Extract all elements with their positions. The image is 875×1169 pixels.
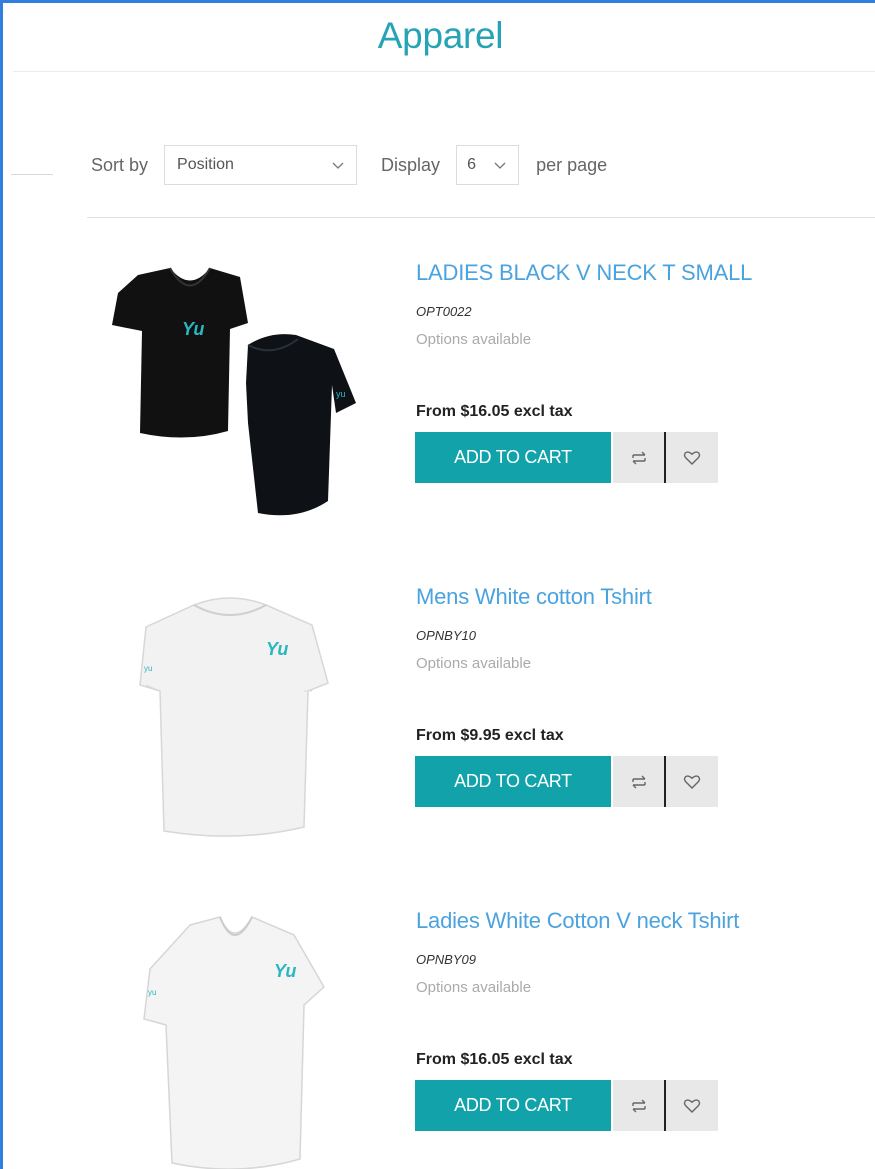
options-available: Options available [416, 331, 532, 348]
product-image[interactable]: Yu yu [98, 263, 368, 533]
title-divider [13, 71, 875, 72]
product-name-link[interactable]: Ladies White Cotton V neck Tshirt [416, 908, 739, 934]
svg-text:Yu: Yu [182, 319, 204, 339]
product-item: Yu yu Ladies White Cotton V neck Tshirt … [3, 891, 875, 1169]
heart-icon [683, 774, 701, 789]
compare-icon [632, 1099, 646, 1112]
product-image[interactable]: Yu yu [98, 909, 368, 1169]
sort-by-label: Sort by [91, 154, 149, 175]
add-to-cart-button[interactable]: ADD TO CART [415, 1080, 611, 1131]
chevron-down-icon [494, 162, 506, 169]
product-item: Yu yu LADIES BLACK V NECK T SMALL OPT002… [3, 243, 875, 543]
white-tshirt-image: Yu yu [139, 597, 329, 837]
per-page-label: per page [536, 154, 608, 175]
sort-select[interactable]: Position [164, 145, 358, 185]
product-price: From $16.05 excl tax [416, 403, 573, 420]
svg-text:Yu: Yu [266, 639, 288, 659]
toolbar-divider [87, 217, 875, 218]
black-tshirt-image: Yu yu [112, 267, 356, 516]
product-price: From $16.05 excl tax [416, 1051, 573, 1068]
options-available: Options available [416, 979, 532, 996]
compare-button[interactable] [613, 1080, 665, 1131]
white-vneck-tshirt-image: Yu yu [143, 916, 325, 1169]
svg-text:Yu: Yu [274, 961, 296, 981]
options-available: Options available [416, 655, 532, 672]
page-title: Apparel [377, 15, 504, 56]
product-sku: OPNBY10 [416, 628, 476, 643]
wishlist-button[interactable] [666, 432, 718, 483]
sidebar-edge-divider [11, 174, 53, 175]
browser-viewport: Apparel Sort by Position Display 6 per p… [0, 0, 875, 1169]
page-size-value: 6 [467, 156, 476, 173]
compare-icon [632, 451, 646, 464]
catalog-toolbar: Sort by Position Display 6 per page [91, 145, 607, 185]
page-size-select[interactable]: 6 [456, 145, 520, 185]
product-item: Yu yu Mens White cotton Tshirt OPNBY10 O… [3, 567, 875, 867]
product-image[interactable]: Yu yu [98, 587, 368, 857]
add-to-cart-button[interactable]: ADD TO CART [415, 756, 611, 807]
product-sku: OPNBY09 [416, 952, 476, 967]
product-name-link[interactable]: Mens White cotton Tshirt [416, 584, 652, 610]
sort-select-value: Position [177, 156, 234, 173]
svg-text:yu: yu [144, 664, 152, 673]
product-price: From $9.95 excl tax [416, 727, 564, 744]
wishlist-button[interactable] [666, 1080, 718, 1131]
heart-icon [683, 450, 701, 465]
compare-button[interactable] [613, 756, 665, 807]
product-name-link[interactable]: LADIES BLACK V NECK T SMALL [416, 260, 752, 286]
svg-text:yu: yu [148, 988, 156, 997]
add-to-cart-button[interactable]: ADD TO CART [415, 432, 611, 483]
chevron-down-icon [332, 162, 344, 169]
svg-text:yu: yu [336, 389, 346, 399]
product-sku: OPT0022 [416, 304, 472, 319]
compare-icon [632, 775, 646, 788]
compare-button[interactable] [613, 432, 665, 483]
wishlist-button[interactable] [666, 756, 718, 807]
display-label: Display [381, 154, 441, 175]
heart-icon [683, 1098, 701, 1113]
